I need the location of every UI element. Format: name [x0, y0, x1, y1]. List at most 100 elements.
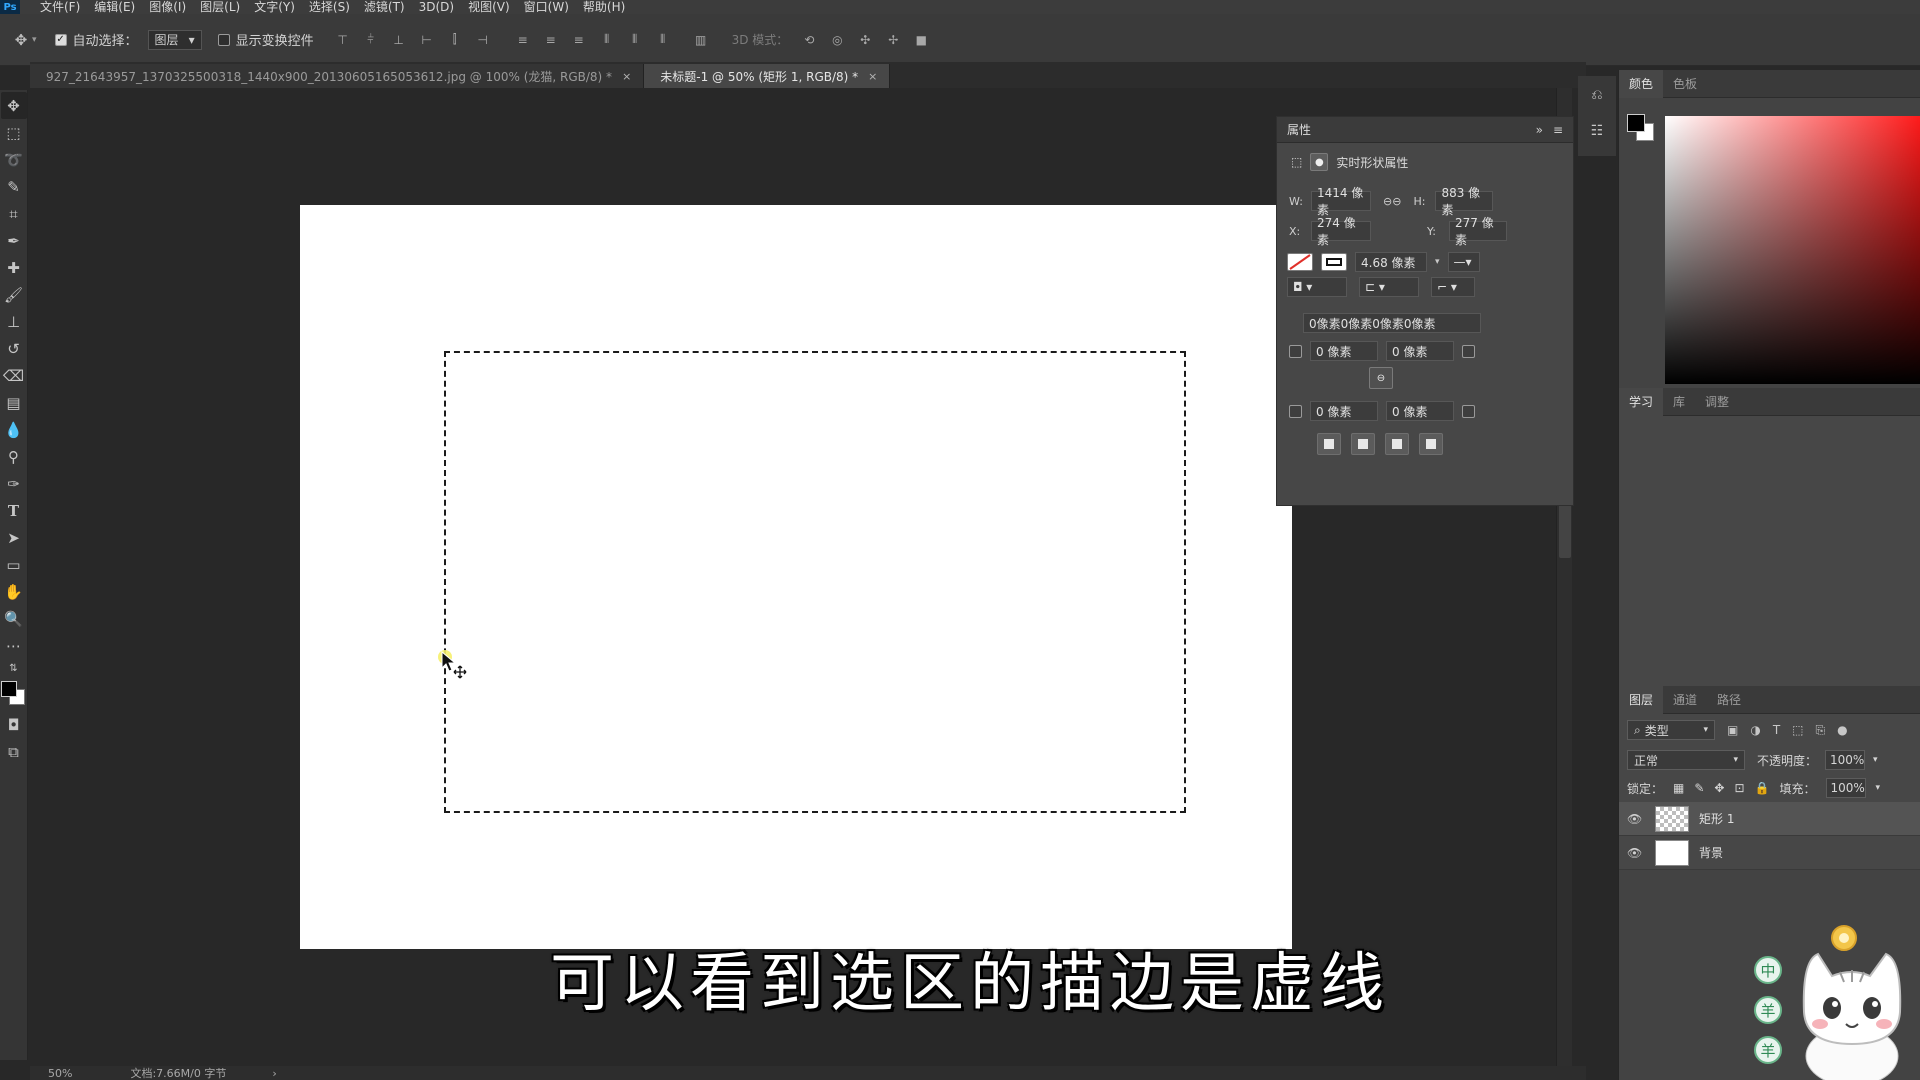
tab-paths[interactable]: 路径	[1707, 686, 1751, 714]
stroke-align-dropdown[interactable]: ◘ ▾	[1287, 277, 1347, 297]
layer-row-rectangle[interactable]: 👁 矩形 1	[1619, 802, 1920, 836]
move-tool-icon[interactable]: ✥	[0, 92, 27, 119]
filter-adjustment-icon[interactable]: ◑	[1750, 723, 1760, 737]
fill-none-swatch[interactable]	[1287, 253, 1313, 271]
type-tool-icon[interactable]: T	[1, 497, 27, 524]
3d-orbit-icon[interactable]: ⟲	[798, 29, 820, 51]
visibility-eye-icon[interactable]: 👁	[1627, 812, 1645, 826]
corner-tr-checkbox[interactable]	[1462, 344, 1475, 358]
path-selection-tool-icon[interactable]: ➤	[1, 524, 27, 551]
auto-align-icon[interactable]: ▥	[690, 29, 712, 51]
pen-tool-icon[interactable]: ✑	[1, 470, 27, 497]
chevron-down-icon[interactable]: ▾	[32, 35, 37, 45]
blend-mode-dropdown[interactable]: 正常 ▾	[1627, 750, 1745, 770]
rectangle-tool-icon[interactable]: ▭	[1, 551, 27, 578]
menu-edit[interactable]: 编辑(E)	[94, 0, 135, 14]
distribute-vcenter-icon[interactable]: ≡	[540, 29, 562, 51]
path-subtract-icon[interactable]	[1351, 433, 1375, 455]
more-tools-icon[interactable]: ⋯	[1, 632, 27, 659]
menu-image[interactable]: 图像(I)	[149, 0, 186, 14]
crop-tool-icon[interactable]: ⌗	[1, 200, 27, 227]
layer-row-background[interactable]: 👁 背景	[1619, 836, 1920, 870]
fill-field[interactable]: 100%	[1825, 778, 1866, 798]
mask-icon[interactable]: ●	[1310, 153, 1329, 171]
color-swatches[interactable]	[0, 681, 27, 711]
distribute-left-icon[interactable]: ⦀	[596, 29, 618, 51]
chevron-down-icon[interactable]: ▾	[1876, 783, 1881, 793]
align-hcenter-icon[interactable]: ⫿	[444, 29, 466, 51]
history-brush-tool-icon[interactable]: ↺	[1, 335, 27, 362]
align-top-icon[interactable]: ⊤	[332, 29, 354, 51]
properties-header[interactable]: 属性 » ≡	[1277, 117, 1573, 143]
filter-smart-object-icon[interactable]: ⎘	[1816, 723, 1826, 738]
3d-scale-icon[interactable]: ■	[910, 29, 932, 51]
stroke-width-field[interactable]: 4.68 像素	[1355, 252, 1427, 272]
tab-document-jpg[interactable]: 927_21643957_1370325500318_1440x900_2013…	[30, 64, 645, 88]
menu-3d[interactable]: 3D(D)	[419, 0, 454, 14]
corner-br-field[interactable]: 0 像素	[1386, 401, 1454, 421]
visibility-eye-icon[interactable]: 👁	[1627, 846, 1645, 860]
menu-window[interactable]: 窗口(W)	[524, 0, 569, 14]
tab-libraries[interactable]: 库	[1663, 388, 1695, 416]
history-panel-icon[interactable]: ⎌	[1584, 82, 1610, 108]
tab-color[interactable]: 颜色	[1619, 69, 1664, 98]
align-left-icon[interactable]: ⊢	[416, 29, 438, 51]
path-intersect-icon[interactable]	[1385, 433, 1409, 455]
distribute-right-icon[interactable]: ⦀	[652, 29, 674, 51]
lock-position-icon[interactable]: ✥	[1714, 781, 1724, 795]
tab-swatches[interactable]: 色板	[1663, 70, 1707, 98]
3d-pan-icon[interactable]: ✣	[854, 29, 876, 51]
tab-learn[interactable]: 学习	[1619, 387, 1664, 416]
document-canvas[interactable]	[300, 205, 1292, 949]
auto-select-dropdown[interactable]: 图层 ▾	[147, 29, 202, 50]
distribute-top-icon[interactable]: ≡	[512, 29, 534, 51]
3d-slide-icon[interactable]: ✢	[882, 29, 904, 51]
menu-type[interactable]: 文字(Y)	[254, 0, 295, 14]
filter-toggle-icon[interactable]: ●	[1837, 723, 1847, 737]
menu-view[interactable]: 视图(V)	[468, 0, 510, 14]
menu-select[interactable]: 选择(S)	[309, 0, 350, 14]
corner-radius-combined-field[interactable]: 0像素0像素0像素0像素	[1303, 313, 1481, 333]
quick-mask-icon[interactable]: ◘	[1, 711, 27, 738]
quick-select-tool-icon[interactable]: ✎	[1, 173, 27, 200]
corner-tl-field[interactable]: 0 像素	[1310, 341, 1378, 361]
menu-file[interactable]: 文件(F)	[40, 0, 80, 14]
corner-br-checkbox[interactable]	[1462, 404, 1475, 418]
y-field[interactable]: 277 像素	[1449, 216, 1507, 247]
panel-menu-icon[interactable]: ≡	[1553, 123, 1563, 137]
tab-layers[interactable]: 图层	[1619, 685, 1664, 714]
blur-tool-icon[interactable]: 💧	[1, 416, 27, 443]
marquee-tool-icon[interactable]: ⬚	[1, 119, 27, 146]
zoom-level[interactable]: 50%	[48, 1067, 72, 1080]
opacity-field[interactable]: 100%	[1825, 750, 1866, 770]
align-vcenter-icon[interactable]: ⫩	[360, 29, 382, 51]
foreground-color-swatch[interactable]	[0, 681, 17, 697]
align-bottom-icon[interactable]: ⊥	[388, 29, 410, 51]
healing-brush-tool-icon[interactable]: ✚	[1, 254, 27, 281]
filter-type-icon[interactable]: T	[1773, 723, 1780, 737]
lock-transparency-icon[interactable]: ▦	[1673, 781, 1684, 795]
stroke-corners-dropdown[interactable]: ⌐ ▾	[1431, 277, 1475, 297]
path-exclude-icon[interactable]	[1419, 433, 1443, 455]
corner-tr-field[interactable]: 0 像素	[1386, 341, 1454, 361]
eyedropper-tool-icon[interactable]: ✒	[1, 227, 27, 254]
lasso-tool-icon[interactable]: ➰	[1, 146, 27, 173]
brush-tool-icon[interactable]: 🖌	[1, 281, 27, 308]
clone-stamp-tool-icon[interactable]: ⊥	[1, 308, 27, 335]
show-transform-checkbox[interactable]	[217, 33, 230, 46]
layer-filter-dropdown[interactable]: ⌕ 类型 ▾	[1627, 720, 1715, 740]
transform-icon[interactable]: ⬚	[1291, 155, 1302, 169]
status-menu-arrow-icon[interactable]: ›	[272, 1067, 276, 1080]
corner-bl-field[interactable]: 0 像素	[1310, 401, 1378, 421]
menu-filter[interactable]: 滤镜(T)	[364, 0, 405, 14]
lock-artboard-icon[interactable]: ⊡	[1734, 781, 1744, 795]
menu-help[interactable]: 帮助(H)	[583, 0, 625, 14]
stroke-type-dropdown[interactable]: —▾	[1447, 252, 1480, 272]
height-field[interactable]: 883 像素	[1435, 186, 1494, 217]
gradient-tool-icon[interactable]: ▤	[1, 389, 27, 416]
photoshop-logo-icon[interactable]: Ps	[0, 0, 20, 14]
corner-bl-checkbox[interactable]	[1289, 404, 1302, 418]
tab-document-untitled[interactable]: 未标题-1 @ 50% (矩形 1, RGB/8) * ×	[644, 64, 891, 88]
lock-all-icon[interactable]: 🔒	[1755, 781, 1770, 795]
distribute-bottom-icon[interactable]: ≡	[568, 29, 590, 51]
